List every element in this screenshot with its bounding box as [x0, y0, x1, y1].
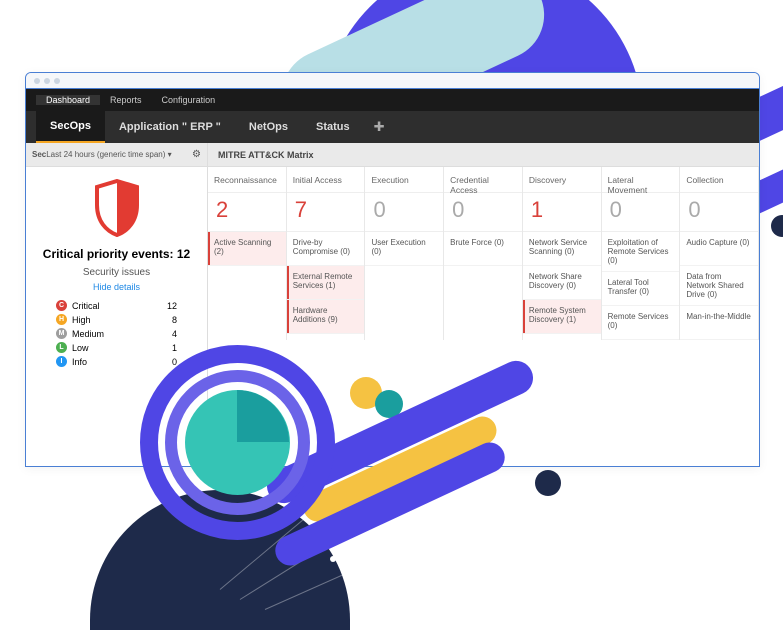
- mitre-column-header[interactable]: Initial Access: [287, 167, 365, 193]
- mitre-column-count: 0: [444, 193, 522, 232]
- topnav-item-configuration[interactable]: Configuration: [152, 95, 226, 105]
- add-tab-button[interactable]: ✚: [364, 119, 395, 135]
- severity-label: Medium: [72, 329, 104, 339]
- mitre-column-header[interactable]: Reconnaissance: [208, 167, 286, 193]
- mitre-column-header[interactable]: Collection: [680, 167, 758, 193]
- mitre-technique-cell[interactable]: External Remote Services (1): [287, 266, 365, 300]
- mitre-column-reconnaissance: Reconnaissance2Active Scanning (2): [208, 167, 287, 340]
- mitre-technique-cell[interactable]: Lateral Tool Transfer (0): [602, 272, 680, 306]
- mitre-technique-cell[interactable]: Hardware Additions (9): [287, 300, 365, 334]
- severity-label: Info: [72, 357, 87, 367]
- severity-row-critical[interactable]: C Critical 12: [56, 300, 177, 311]
- tab-secops[interactable]: SecOps: [36, 111, 105, 143]
- severity-count: 4: [172, 329, 177, 339]
- shield-icon: [92, 179, 142, 237]
- mitre-technique-cell[interactable]: Exploitation of Remote Services (0): [602, 232, 680, 272]
- sub-nav: SecOpsApplication " ERP "NetOpsStatus✚: [26, 111, 759, 143]
- mitre-technique-cell[interactable]: Drive-by Compromise (0): [287, 232, 365, 266]
- timespan-prefix: Sec: [32, 150, 46, 159]
- mitre-technique-cell[interactable]: Audio Capture (0): [680, 232, 758, 266]
- hide-details-link[interactable]: Hide details: [26, 282, 207, 292]
- mitre-technique-cell[interactable]: Remote System Discovery (1): [523, 300, 601, 334]
- critical-events-title: Critical priority events: 12: [26, 245, 207, 263]
- mitre-column-execution: Execution0User Execution (0): [365, 167, 444, 340]
- top-nav: DashboardReportsConfiguration: [26, 89, 759, 111]
- severity-badge-icon: C: [56, 300, 67, 311]
- severity-badge-icon: H: [56, 314, 67, 325]
- mitre-header: MITRE ATT&CK Matrix: [208, 143, 759, 167]
- timespan-label: Last 24 hours (generic time span): [46, 150, 165, 159]
- mitre-column-count: 7: [287, 193, 365, 232]
- mitre-technique-cell[interactable]: Data from Network Shared Drive (0): [680, 266, 758, 306]
- severity-count: 8: [172, 315, 177, 325]
- mitre-technique-cell[interactable]: Remote Services (0): [602, 306, 680, 340]
- mitre-matrix: Reconnaissance2Active Scanning (2)Initia…: [208, 167, 759, 340]
- mitre-column-credential-access: Credential Access0Brute Force (0): [444, 167, 523, 340]
- mitre-column-count: 0: [680, 193, 758, 232]
- severity-label: Critical: [72, 301, 100, 311]
- timespan-bar[interactable]: SecLast 24 hours (generic time span) ▾ ⚙: [26, 143, 207, 167]
- mitre-column-count: 1: [523, 193, 601, 232]
- tab-application-erp[interactable]: Application " ERP ": [105, 111, 235, 143]
- mitre-column-header[interactable]: Credential Access: [444, 167, 522, 193]
- severity-label: High: [72, 315, 91, 325]
- mitre-column-initial-access: Initial Access7Drive-by Compromise (0)Ex…: [287, 167, 366, 340]
- mitre-column-header[interactable]: Discovery: [523, 167, 601, 193]
- severity-label: Low: [72, 343, 89, 353]
- topnav-item-dashboard[interactable]: Dashboard: [36, 95, 100, 105]
- mitre-column-count: 0: [365, 193, 443, 232]
- severity-row-medium[interactable]: M Medium 4: [56, 328, 177, 339]
- mitre-technique-cell[interactable]: Man-in-the-Middle: [680, 306, 758, 340]
- mitre-technique-cell[interactable]: Network Service Scanning (0): [523, 232, 601, 266]
- severity-row-high[interactable]: H High 8: [56, 314, 177, 325]
- mitre-technique-cell[interactable]: Active Scanning (2): [208, 232, 286, 266]
- mitre-column-collection: Collection0Audio Capture (0)Data from Ne…: [680, 167, 759, 340]
- mitre-technique-cell[interactable]: User Execution (0): [365, 232, 443, 266]
- mitre-column-discovery: Discovery1Network Service Scanning (0)Ne…: [523, 167, 602, 340]
- severity-count: 12: [167, 301, 177, 311]
- mitre-column-count: 0: [602, 193, 680, 232]
- mitre-column-header[interactable]: Execution: [365, 167, 443, 193]
- mitre-column-header[interactable]: Lateral Movement: [602, 167, 680, 193]
- radar-decoration: [140, 345, 335, 540]
- severity-badge-icon: L: [56, 342, 67, 353]
- severity-badge-icon: M: [56, 328, 67, 339]
- tab-netops[interactable]: NetOps: [235, 111, 302, 143]
- mitre-column-count: 2: [208, 193, 286, 232]
- gear-icon[interactable]: ⚙: [192, 149, 201, 160]
- tab-status[interactable]: Status: [302, 111, 364, 143]
- mitre-technique-cell[interactable]: Network Share Discovery (0): [523, 266, 601, 300]
- topnav-item-reports[interactable]: Reports: [100, 95, 152, 105]
- security-issues-label: Security issues: [26, 267, 207, 278]
- mitre-technique-cell[interactable]: Brute Force (0): [444, 232, 522, 266]
- mitre-column-lateral-movement: Lateral Movement0Exploitation of Remote …: [602, 167, 681, 340]
- severity-badge-icon: I: [56, 356, 67, 367]
- window-titlebar: [26, 73, 759, 89]
